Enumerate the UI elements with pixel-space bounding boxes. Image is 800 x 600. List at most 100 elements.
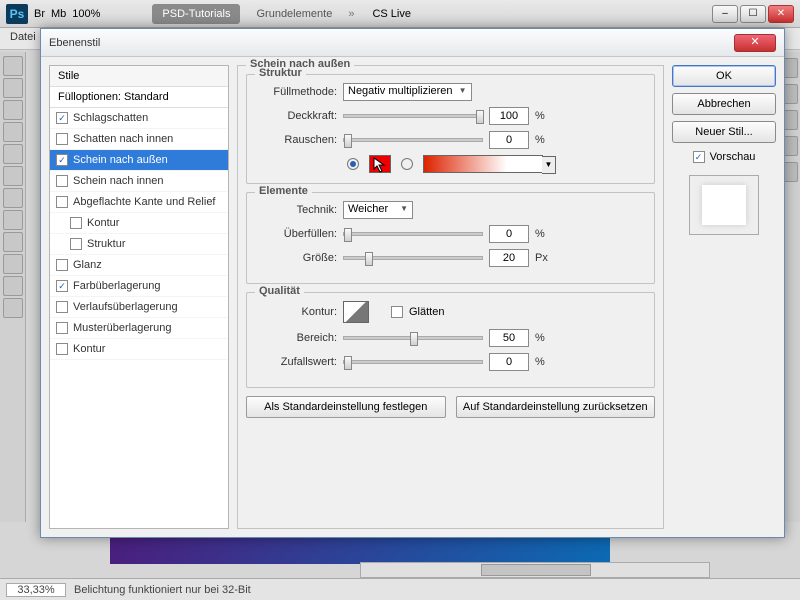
status-bar: 33,33% Belichtung funktioniert nur bei 3…	[0, 578, 800, 600]
noise-label: Rauschen:	[257, 134, 337, 146]
tab-grundelemente[interactable]: Grundelemente	[246, 4, 342, 24]
preview-checkbox[interactable]: ✓	[693, 151, 705, 163]
tool-icon[interactable]	[3, 188, 23, 208]
ok-button[interactable]: OK	[672, 65, 776, 87]
range-slider[interactable]	[343, 336, 483, 340]
opacity-slider[interactable]	[343, 114, 483, 118]
jitter-slider[interactable]	[343, 360, 483, 364]
fill-options-row[interactable]: Fülloptionen: Standard	[50, 87, 228, 108]
color-radio[interactable]	[347, 158, 359, 170]
style-checkbox[interactable]	[56, 259, 68, 271]
tool-icon[interactable]	[3, 276, 23, 296]
style-checkbox[interactable]	[70, 238, 82, 250]
tool-icon[interactable]	[3, 210, 23, 230]
style-checkbox[interactable]: ✓	[56, 280, 68, 292]
tool-icon[interactable]	[3, 56, 23, 76]
style-checkbox[interactable]: ✓	[56, 112, 68, 124]
unit-label: %	[535, 356, 549, 368]
style-checkbox[interactable]	[56, 175, 68, 187]
noise-input[interactable]: 0	[489, 131, 529, 149]
tools-panel	[0, 52, 26, 522]
tool-icon[interactable]	[3, 298, 23, 318]
style-checkbox[interactable]	[56, 196, 68, 208]
more-icon[interactable]: »	[348, 8, 354, 20]
tool-icon[interactable]	[3, 232, 23, 252]
group-legend: Elemente	[255, 185, 312, 197]
size-label: Größe:	[257, 252, 337, 264]
style-item[interactable]: Struktur	[50, 234, 228, 255]
style-checkbox[interactable]	[56, 301, 68, 313]
dialog-close-button[interactable]: ✕	[734, 34, 776, 52]
style-item[interactable]: Kontur	[50, 213, 228, 234]
zoom-field[interactable]: 33,33%	[6, 583, 66, 597]
contour-picker[interactable]	[343, 301, 369, 323]
spread-slider[interactable]	[343, 232, 483, 236]
style-item[interactable]: ✓Schein nach außen	[50, 150, 228, 171]
contour-label: Kontur:	[257, 306, 337, 318]
style-item-label: Abgeflachte Kante und Relief	[73, 196, 216, 208]
antialias-checkbox[interactable]	[391, 306, 403, 318]
new-style-button[interactable]: Neuer Stil...	[672, 121, 776, 143]
jitter-label: Zufallswert:	[257, 356, 337, 368]
style-checkbox[interactable]	[56, 133, 68, 145]
menu-file[interactable]: Datei	[10, 31, 36, 43]
style-item[interactable]: Glanz	[50, 255, 228, 276]
size-input[interactable]: 20	[489, 249, 529, 267]
style-item-label: Farbüberlagerung	[73, 280, 160, 292]
style-item[interactable]: ✓ Farbüberlagerung	[50, 276, 228, 297]
preview-label: Vorschau	[710, 151, 756, 163]
blendmode-label: Füllmethode:	[257, 86, 337, 98]
tool-icon[interactable]	[3, 122, 23, 142]
tool-icon[interactable]	[3, 254, 23, 274]
gradient-dropdown-icon[interactable]: ▼	[542, 156, 556, 174]
size-slider[interactable]	[343, 256, 483, 260]
jitter-input[interactable]: 0	[489, 353, 529, 371]
make-default-button[interactable]: Als Standardeinstellung festlegen	[246, 396, 446, 418]
style-item[interactable]: ✓ Schlagschatten	[50, 108, 228, 129]
settings-panel: Schein nach außen Struktur Füllmethode: …	[237, 65, 664, 529]
style-item[interactable]: Musterüberlagerung	[50, 318, 228, 339]
style-item-label: Kontur	[87, 217, 119, 229]
tool-icon[interactable]	[3, 78, 23, 98]
color-swatch[interactable]	[369, 155, 391, 173]
styles-header: Stile	[50, 66, 228, 87]
style-item[interactable]: Verlaufsüberlagerung	[50, 297, 228, 318]
unit-label: %	[535, 134, 549, 146]
dialog-titlebar[interactable]: Ebenenstil ✕	[41, 29, 784, 57]
style-checkbox[interactable]	[56, 322, 68, 334]
range-input[interactable]: 50	[489, 329, 529, 347]
style-item[interactable]: Abgeflachte Kante und Relief	[50, 192, 228, 213]
horizontal-scrollbar[interactable]	[360, 562, 710, 578]
opacity-input[interactable]: 100	[489, 107, 529, 125]
tool-icon[interactable]	[3, 144, 23, 164]
styles-list: Stile Fülloptionen: Standard ✓ Schlagscha…	[49, 65, 229, 529]
gradient-swatch[interactable]: ▼	[423, 155, 543, 173]
style-item[interactable]: Kontur	[50, 339, 228, 360]
tool-icon[interactable]	[3, 166, 23, 186]
style-item-label: Schlagschatten	[73, 112, 148, 124]
style-item-label: Musterüberlagerung	[73, 322, 171, 334]
zoom-display[interactable]: 100%	[72, 8, 100, 20]
blendmode-select[interactable]: Negativ multiplizieren	[343, 83, 472, 101]
window-minimize-button[interactable]: –	[712, 5, 738, 23]
tool-icon[interactable]	[3, 100, 23, 120]
cancel-button[interactable]: Abbrechen	[672, 93, 776, 115]
reset-default-button[interactable]: Auf Standardeinstellung zurücksetzen	[456, 396, 656, 418]
group-legend: Qualität	[255, 285, 304, 297]
style-item-label: Struktur	[87, 238, 126, 250]
noise-slider[interactable]	[343, 138, 483, 142]
spread-input[interactable]: 0	[489, 225, 529, 243]
style-checkbox[interactable]: ✓	[56, 154, 68, 166]
style-item[interactable]: Schein nach innen	[50, 171, 228, 192]
tab-psd-tutorials[interactable]: PSD-Tutorials	[152, 4, 240, 24]
app-toolbar: Ps Br Mb 100% PSD-Tutorials Grundelement…	[0, 0, 800, 28]
technique-select[interactable]: Weicher	[343, 201, 413, 219]
window-maximize-button[interactable]: ☐	[740, 5, 766, 23]
window-close-button[interactable]: ✕	[768, 5, 794, 23]
gradient-radio[interactable]	[401, 158, 413, 170]
dialog-title: Ebenenstil	[49, 37, 100, 49]
style-checkbox[interactable]	[56, 343, 68, 355]
style-checkbox[interactable]	[70, 217, 82, 229]
cslive-menu[interactable]: CS Live	[372, 8, 411, 20]
style-item[interactable]: Schatten nach innen	[50, 129, 228, 150]
